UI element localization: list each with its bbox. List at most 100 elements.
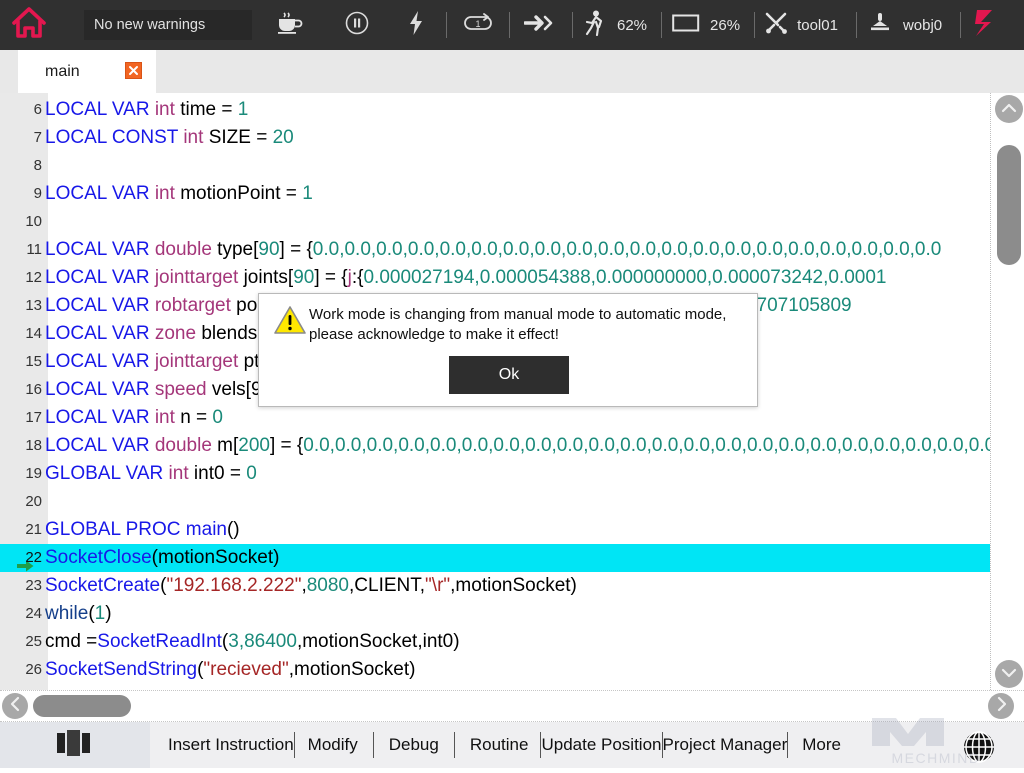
tool-button[interactable] <box>755 0 797 50</box>
code-line[interactable]: 25 cmd =SocketReadInt(3,86400,motionSock… <box>0 628 990 656</box>
home-icon <box>11 6 47 45</box>
line-number: 16 <box>0 376 42 404</box>
line-number: 15 <box>0 348 42 376</box>
code-line[interactable]: 6LOCAL VAR int time = 1 <box>0 96 990 124</box>
lightning-bolt-icon <box>408 10 424 41</box>
menu-more[interactable]: More <box>802 735 841 755</box>
line-number: 14 <box>0 320 42 348</box>
line-number: 6 <box>0 96 42 124</box>
line-number: 8 <box>0 152 42 180</box>
code-line[interactable]: 21GLOBAL PROC main() <box>0 516 990 544</box>
menu-debug[interactable]: Debug <box>389 735 439 755</box>
code-line[interactable]: 10 <box>0 208 990 236</box>
vertical-scrollbar[interactable] <box>990 93 1024 690</box>
code-line[interactable]: 24 while(1) <box>0 600 990 628</box>
pause-circle-icon <box>345 11 369 40</box>
close-icon[interactable] <box>125 62 142 79</box>
svg-text:1: 1 <box>475 19 480 29</box>
cycle-once-icon: 1 <box>463 13 493 38</box>
menu-routine[interactable]: Routine <box>470 735 529 755</box>
horizontal-scrollbar[interactable] <box>0 690 1024 722</box>
code-line[interactable]: 18LOCAL VAR double m[200] = {0.0,0.0,0.0… <box>0 432 990 460</box>
code-text: LOCAL VAR int motionPoint = 1 <box>45 180 313 208</box>
menu-divider-6 <box>787 732 788 758</box>
menu-update-position[interactable]: Update Position <box>541 735 661 755</box>
horizontal-scrollbar-thumb[interactable] <box>33 695 131 717</box>
wobj-value: wobj0 <box>903 17 942 34</box>
code-line[interactable]: 11LOCAL VAR double type[90] = {0.0,0.0,0… <box>0 236 990 264</box>
code-text: SocketClose(motionSocket) <box>45 544 279 572</box>
line-number: 26 <box>0 656 42 684</box>
scroll-left-button[interactable] <box>2 693 28 719</box>
chevron-up-icon <box>1001 100 1017 118</box>
coffee-cup-button[interactable] <box>252 0 328 50</box>
workobject-icon <box>868 11 892 40</box>
screen-value: 26% <box>710 17 740 34</box>
panel-layout-icon <box>54 729 96 762</box>
chevron-left-icon <box>10 696 20 717</box>
globe-icon[interactable] <box>962 730 996 764</box>
code-line[interactable]: 20 <box>0 488 990 516</box>
menu-divider-3 <box>454 732 455 758</box>
speed-value: 62% <box>617 17 647 34</box>
line-number: 21 <box>0 516 42 544</box>
warning-status-text: No new warnings <box>94 17 205 33</box>
line-number: 24 <box>0 600 42 628</box>
robot-arm-icon <box>972 7 996 44</box>
code-line[interactable]: 17LOCAL VAR int n = 0 <box>0 404 990 432</box>
chevron-down-icon <box>1001 665 1017 683</box>
menu-divider-2 <box>373 732 374 758</box>
dialog-message: Work mode is changing from manual mode t… <box>309 305 747 345</box>
code-line[interactable]: 7LOCAL CONST int SIZE = 20 <box>0 124 990 152</box>
line-number: 10 <box>0 208 42 236</box>
running-person-icon <box>584 10 606 41</box>
scroll-up-button[interactable] <box>995 95 1023 123</box>
work-mode-dialog: Work mode is changing from manual mode t… <box>258 293 758 407</box>
scroll-down-button[interactable] <box>995 660 1023 688</box>
speed-button[interactable] <box>573 0 617 50</box>
line-number: 19 <box>0 460 42 488</box>
menu-project-manager[interactable]: Project Manager <box>663 735 788 755</box>
code-line[interactable]: 22 SocketClose(motionSocket) <box>0 544 990 572</box>
menu-insert-instruction[interactable]: Insert Instruction <box>168 735 294 755</box>
screen-button[interactable] <box>662 0 710 50</box>
code-line[interactable]: 8 <box>0 152 990 180</box>
vertical-scrollbar-thumb[interactable] <box>997 145 1021 265</box>
code-line[interactable]: 12LOCAL VAR jointtarget joints[90] = {j:… <box>0 264 990 292</box>
tool-value: tool01 <box>797 17 838 34</box>
warning-status-field[interactable]: No new warnings <box>84 10 252 40</box>
home-button[interactable] <box>0 0 58 50</box>
chevron-right-icon <box>996 696 1006 717</box>
code-text: LOCAL VAR int time = 1 <box>45 96 248 124</box>
step-forward-button[interactable] <box>510 0 572 50</box>
wobj-button[interactable] <box>857 0 903 50</box>
code-text: SocketSendString("recieved",motionSocket… <box>45 656 415 684</box>
robot-button[interactable] <box>961 0 1007 50</box>
code-line[interactable]: 19GLOBAL VAR int int0 = 0 <box>0 460 990 488</box>
line-number: 12 <box>0 264 42 292</box>
dialog-ok-button[interactable]: Ok <box>449 356 569 394</box>
tab-main-label: main <box>45 63 80 81</box>
top-toolbar: No new warnings <box>0 0 1024 50</box>
code-line[interactable]: 23 SocketCreate("192.168.2.222",8080,CLI… <box>0 572 990 600</box>
line-number: 7 <box>0 124 42 152</box>
bottom-toolbar: Insert Instruction Modify Debug Routine … <box>0 722 1024 768</box>
code-text: SocketCreate("192.168.2.222",8080,CLIENT… <box>45 572 577 600</box>
panel-layout-button[interactable] <box>0 722 150 768</box>
tab-main[interactable]: main <box>18 50 156 93</box>
line-number: 13 <box>0 292 42 320</box>
line-number: 11 <box>0 236 42 264</box>
scroll-right-button[interactable] <box>988 693 1014 719</box>
code-line[interactable]: 9LOCAL VAR int motionPoint = 1 <box>0 180 990 208</box>
power-button[interactable] <box>386 0 446 50</box>
code-line[interactable]: 26 SocketSendString("recieved",motionSoc… <box>0 656 990 684</box>
code-text: GLOBAL PROC main() <box>45 516 240 544</box>
wrench-screwdriver-icon <box>764 11 788 40</box>
line-number: 20 <box>0 488 42 516</box>
code-text: LOCAL CONST int SIZE = 20 <box>45 124 294 152</box>
line-number: 23 <box>0 572 42 600</box>
code-text: LOCAL VAR int n = 0 <box>45 404 223 432</box>
cycle-mode-button[interactable]: 1 <box>447 0 509 50</box>
menu-modify[interactable]: Modify <box>308 735 358 755</box>
pause-button[interactable] <box>328 0 386 50</box>
